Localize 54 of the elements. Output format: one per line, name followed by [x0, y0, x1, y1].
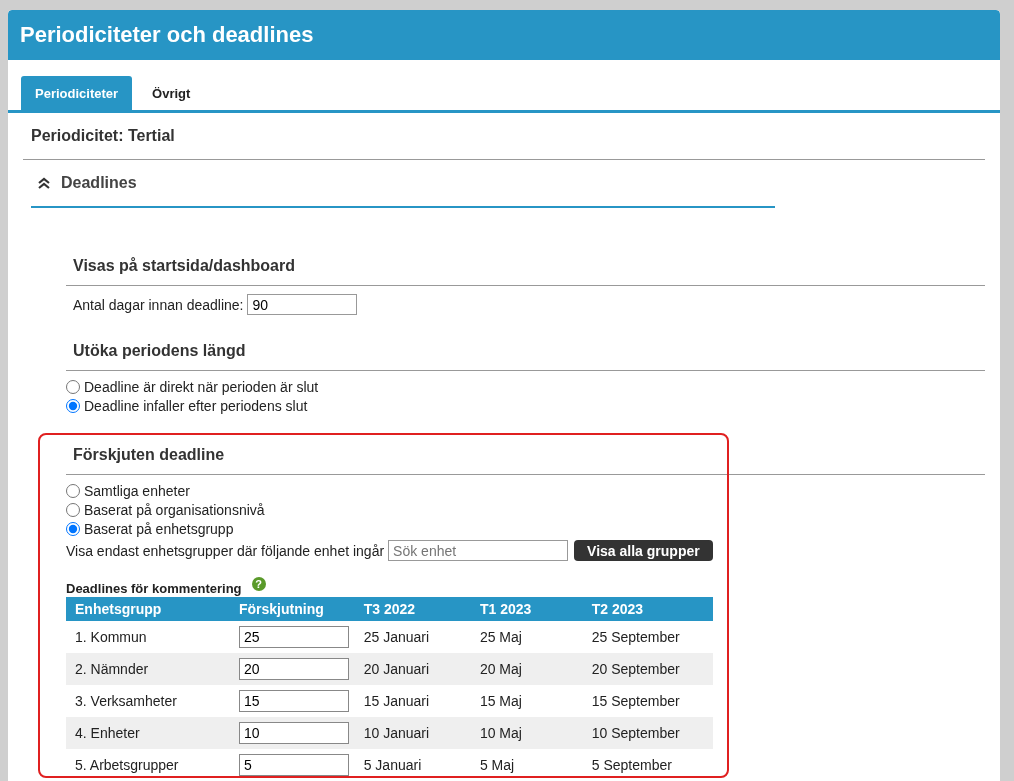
radio-label: Baserat på enhetsgrupp [84, 520, 234, 537]
radio-button[interactable] [66, 398, 80, 413]
table-cell: 20 Maj [470, 653, 583, 685]
column-header: T2 2023 [582, 597, 713, 621]
field-label: Antal dagar innan deadline: [73, 296, 244, 313]
table-title: Deadlines för kommentering [66, 580, 242, 596]
window-title: Periodiciteter och deadlines [20, 22, 314, 48]
table-cell: 15 Januari [354, 685, 471, 717]
table-cell: 20 September [582, 653, 713, 685]
radio-label: Deadline infaller efter periodens slut [84, 397, 308, 414]
collapse-chevron-icon[interactable] [37, 177, 51, 189]
radio-label: Deadline är direkt när perioden är slut [84, 378, 319, 395]
table-cell: 10 Januari [354, 717, 471, 749]
column-header: T3 2022 [354, 597, 471, 621]
section-title[interactable]: Deadlines [61, 174, 137, 192]
table-cell: 25 Maj [470, 621, 583, 653]
column-header: T1 2023 [470, 597, 583, 621]
table-cell: 2. Nämnder [66, 653, 230, 685]
radio-button[interactable] [66, 483, 80, 498]
table-cell: 5 Maj [470, 749, 583, 781]
table-cell: 25 Januari [354, 621, 471, 653]
radio-button[interactable] [66, 521, 80, 536]
show-all-groups-button[interactable]: Visa alla grupper [574, 540, 713, 561]
offset-input[interactable]: 20 [239, 658, 349, 680]
radio-button[interactable] [66, 502, 80, 517]
table-cell: 1. Kommun [66, 621, 230, 653]
offset-input[interactable]: 10 [239, 722, 349, 744]
table-cell: 20 Januari [354, 653, 471, 685]
table-cell: 25 September [582, 621, 713, 653]
column-header: Enhetsgrupp [66, 597, 230, 621]
filter-label: Visa endast enhetsgrupper där följande enhet ingår [66, 542, 385, 559]
table-cell: 10 Maj [470, 717, 583, 749]
table-cell: 4. Enheter [66, 717, 230, 749]
table-cell: 5. Arbetsgrupper [66, 749, 230, 781]
table-cell: 15 Maj [470, 685, 583, 717]
unit-search-field[interactable]: Sök enhet [388, 540, 569, 561]
section-heading: Visas på startsida/dashboard [66, 246, 985, 286]
offset-input[interactable]: 15 [239, 690, 349, 712]
section-heading: Utöka periodens längd [66, 331, 985, 371]
radio-label: Baserat på organisationsnivå [84, 501, 265, 518]
offset-input[interactable]: 25 [239, 626, 349, 648]
periodicity-label: Periodicitet: Tertial [23, 113, 985, 160]
radio-label: Samtliga enheter [84, 482, 190, 499]
table-cell: 3. Verksamheter [66, 685, 230, 717]
radio-button[interactable] [66, 379, 80, 394]
days-input[interactable]: 90 [247, 294, 358, 315]
column-header: Förskjutning [230, 597, 355, 621]
table-cell: 5 Januari [354, 749, 471, 781]
table-cell: 10 September [582, 717, 713, 749]
table-cell: 15 September [582, 685, 713, 717]
offset-input[interactable]: 5 [239, 754, 349, 776]
section-heading: Förskjuten deadline [66, 435, 985, 475]
tab[interactable]: Övrigt [138, 76, 205, 110]
table-cell: 5 September [582, 749, 713, 781]
